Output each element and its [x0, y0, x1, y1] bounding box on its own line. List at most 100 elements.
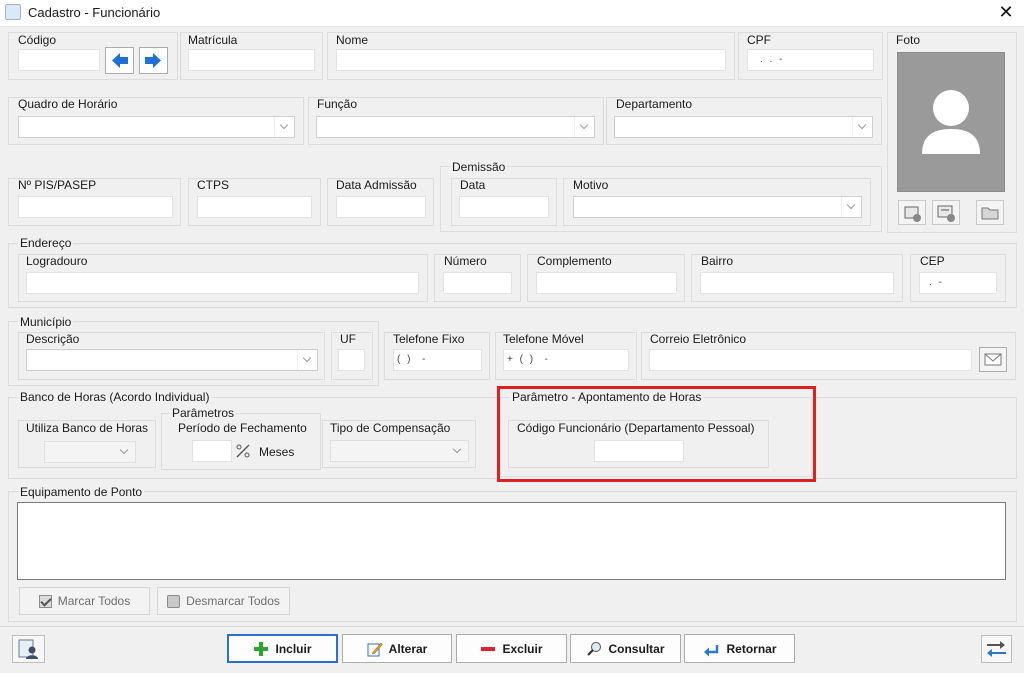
desmarcar-todos-button[interactable]: Desmarcar Todos: [157, 587, 290, 615]
utiliza-banco-select[interactable]: [44, 441, 136, 463]
cep-input[interactable]: . -: [919, 272, 997, 294]
quadro-horario-select[interactable]: [18, 116, 295, 138]
departamento-select[interactable]: [614, 116, 873, 138]
alterar-label: Alterar: [388, 641, 428, 656]
cep-label: CEP: [920, 254, 945, 268]
alterar-button[interactable]: Alterar: [342, 634, 452, 663]
periodo-fechamento-input[interactable]: [192, 440, 232, 462]
chevron-down-icon: [297, 350, 317, 370]
cpf-label: CPF: [747, 33, 771, 47]
cpf-mask: . . -: [760, 54, 785, 65]
codigo-funcionario-input[interactable]: [594, 440, 684, 462]
param-apontamento-label: Parâmetro - Apontamento de Horas: [510, 390, 704, 404]
funcao-select[interactable]: [316, 116, 595, 138]
correio-input[interactable]: [649, 349, 972, 371]
uf-label: UF: [340, 332, 356, 346]
incluir-button[interactable]: Incluir: [227, 634, 338, 663]
settings-toggle-button[interactable]: [981, 635, 1012, 663]
telefone-fixo-input[interactable]: ( ) -: [393, 349, 482, 371]
meses-label: Meses: [259, 445, 295, 459]
toolbar-divider: [0, 626, 1024, 627]
consultar-label: Consultar: [608, 641, 665, 656]
telefone-fixo-label: Telefone Fixo: [393, 332, 465, 346]
codigo-label: Código: [18, 33, 57, 47]
cpf-input[interactable]: . . -: [747, 49, 874, 71]
close-icon[interactable]: ✕: [996, 1, 1016, 23]
envelope-icon: [984, 353, 1002, 366]
municipio-select[interactable]: [26, 349, 318, 371]
percent-spin-icon[interactable]: [234, 442, 252, 460]
excluir-button[interactable]: Excluir: [456, 634, 567, 663]
logradouro-input[interactable]: [26, 272, 419, 294]
numero-label: Número: [444, 254, 487, 268]
arrow-right-icon: [145, 53, 161, 68]
chevron-down-icon: [841, 197, 861, 217]
ctps-label: CTPS: [197, 178, 230, 192]
cep-mask: . -: [929, 277, 944, 288]
uf-input[interactable]: [338, 349, 365, 371]
nome-input[interactable]: [336, 49, 726, 71]
marcar-todos-label: Marcar Todos: [57, 594, 131, 608]
retornar-label: Retornar: [726, 641, 777, 656]
complemento-label: Complemento: [537, 254, 612, 268]
foto-label: Foto: [896, 33, 921, 47]
pis-label: Nº PIS/PASEP: [18, 178, 97, 192]
data-admissao-input[interactable]: [336, 196, 426, 218]
marcar-todos-button[interactable]: Marcar Todos: [19, 587, 150, 615]
open-folder-button[interactable]: [976, 200, 1004, 225]
complemento-input[interactable]: [536, 272, 677, 294]
numero-input[interactable]: [443, 272, 512, 294]
remove-photo-button[interactable]: [932, 200, 960, 225]
departamento-label: Departamento: [616, 97, 693, 111]
bairro-input[interactable]: [700, 272, 894, 294]
logradouro-label: Logradouro: [26, 254, 88, 268]
matricula-input[interactable]: [188, 49, 315, 71]
endereco-label: Endereço: [18, 236, 74, 250]
arrow-left-icon: [112, 53, 128, 68]
data-demissao-input[interactable]: [459, 196, 549, 218]
user-info-button[interactable]: [12, 635, 45, 663]
utiliza-banco-label: Utiliza Banco de Horas: [26, 421, 149, 435]
add-photo-icon: [904, 206, 921, 222]
send-email-button[interactable]: [979, 347, 1007, 372]
codigo-input[interactable]: [18, 49, 100, 71]
periodo-fechamento-label: Período de Fechamento: [178, 421, 307, 435]
window-title: Cadastro - Funcionário: [28, 5, 161, 20]
telefone-fixo-mask: ( ) -: [397, 354, 428, 365]
motivo-select[interactable]: [573, 196, 862, 218]
chevron-down-icon: [852, 117, 872, 137]
data-label: Data: [460, 178, 486, 192]
chevron-down-icon: [274, 117, 294, 137]
tipo-compensacao-select[interactable]: [330, 440, 469, 462]
consultar-button[interactable]: Consultar: [570, 634, 681, 663]
pis-input[interactable]: [18, 196, 173, 218]
ctps-input[interactable]: [197, 196, 312, 218]
app-icon: [5, 4, 21, 20]
motivo-label: Motivo: [573, 178, 609, 192]
user-silhouette-icon: [922, 90, 980, 154]
minus-icon: [481, 646, 496, 651]
correio-label: Correio Eletrônico: [650, 332, 747, 346]
percent-spin-icon-glyph: [236, 444, 250, 458]
codigo-funcionario-label: Código Funcionário (Departamento Pessoal…: [517, 421, 755, 435]
tipo-compensacao-label: Tipo de Compensação: [330, 421, 451, 435]
sliders-icon: [987, 641, 1006, 657]
add-photo-button[interactable]: [898, 200, 926, 225]
checked-icon: [38, 594, 52, 608]
equipamento-ponto-label: Equipamento de Ponto: [18, 485, 145, 499]
retornar-button[interactable]: Retornar: [684, 634, 795, 663]
equipamento-ponto-list[interactable]: [17, 502, 1006, 580]
chevron-down-icon: [115, 442, 135, 462]
nome-label: Nome: [336, 33, 369, 47]
demissao-label: Demissão: [450, 160, 508, 174]
folder-icon: [981, 207, 999, 220]
next-button[interactable]: [139, 47, 168, 74]
return-arrow-icon: [704, 644, 719, 656]
data-admissao-label: Data Admissão: [336, 178, 417, 192]
telefone-movel-input[interactable]: + ( ) -: [503, 349, 629, 371]
chevron-down-icon: [574, 117, 594, 137]
excluir-label: Excluir: [502, 641, 543, 656]
municipio-label: Município: [18, 315, 74, 329]
user-card-icon: [18, 639, 38, 659]
previous-button[interactable]: [105, 47, 134, 74]
